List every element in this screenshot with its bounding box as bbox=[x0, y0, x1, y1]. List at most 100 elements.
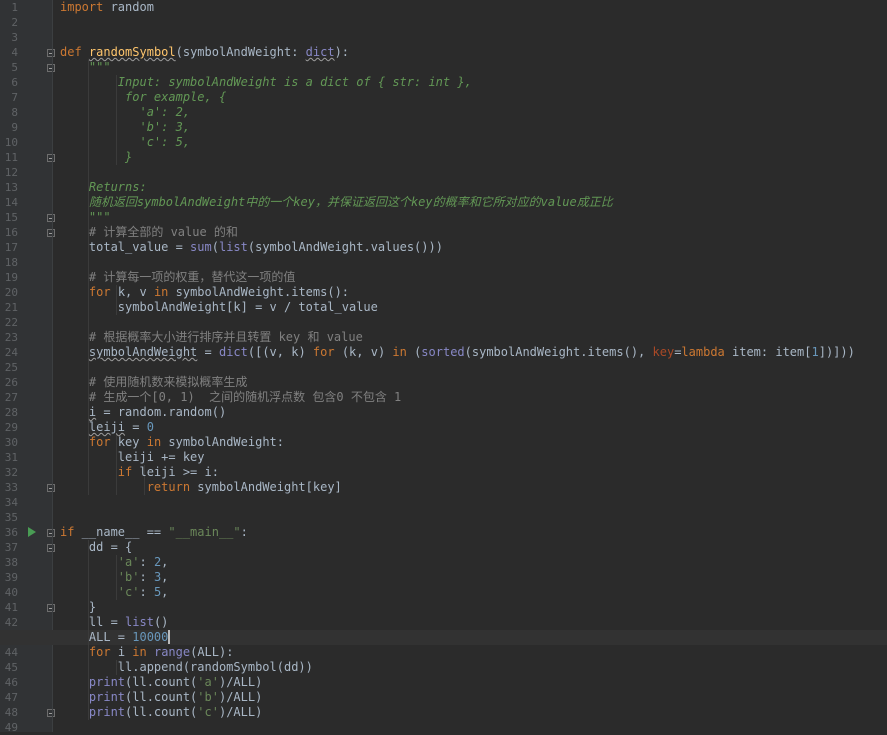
code-line[interactable]: print(ll.count('c')/ALL) bbox=[60, 705, 262, 720]
line-number[interactable]: 48 bbox=[0, 705, 18, 720]
line-number[interactable]: 8 bbox=[0, 105, 18, 120]
line-number[interactable]: 29 bbox=[0, 420, 18, 435]
line-number[interactable]: 28 bbox=[0, 405, 18, 420]
code-line[interactable]: for key in symbolAndWeight: bbox=[60, 435, 284, 450]
line-number[interactable]: 24 bbox=[0, 345, 18, 360]
code-line[interactable]: symbolAndWeight[k] = v / total_value bbox=[60, 300, 378, 315]
line-number[interactable]: 3 bbox=[0, 30, 18, 45]
code-line[interactable]: leiji += key bbox=[60, 450, 205, 465]
line-number[interactable]: 37 bbox=[0, 540, 18, 555]
code-line[interactable]: 'c': 5, bbox=[60, 135, 190, 150]
fold-toggle-icon[interactable] bbox=[47, 64, 55, 72]
line-number[interactable]: 44 bbox=[0, 645, 18, 660]
line-number[interactable]: 11 bbox=[0, 150, 18, 165]
fold-toggle-icon[interactable] bbox=[47, 214, 55, 222]
line-number[interactable]: 21 bbox=[0, 300, 18, 315]
fold-toggle-icon[interactable] bbox=[47, 49, 55, 57]
code-line[interactable]: Returns: bbox=[60, 180, 147, 195]
line-number[interactable]: 16 bbox=[0, 225, 18, 240]
line-number[interactable]: 14 bbox=[0, 195, 18, 210]
line-number[interactable]: 36 bbox=[0, 525, 18, 540]
line-number[interactable]: 10 bbox=[0, 135, 18, 150]
code-line[interactable]: 'c': 5, bbox=[60, 585, 169, 600]
line-number[interactable]: 30 bbox=[0, 435, 18, 450]
code-line[interactable]: print(ll.count('b')/ALL) bbox=[60, 690, 262, 705]
code-line[interactable]: """ bbox=[60, 210, 111, 225]
line-number-gutter[interactable]: 1 2 3 4 5 6 7 8 9 10 11 12 13 14 15 16 17 18 19 20 21 22 23 24 2… bbox=[0, 0, 55, 735]
code-line[interactable]: Input: symbolAndWeight is a dict of { st… bbox=[60, 75, 472, 90]
code-line[interactable]: } bbox=[60, 150, 132, 165]
code-line[interactable]: ALL = 10000 bbox=[60, 630, 168, 645]
line-number[interactable]: 32 bbox=[0, 465, 18, 480]
code-line[interactable]: i = random.random() bbox=[60, 405, 226, 420]
line-number[interactable]: 42 bbox=[0, 615, 18, 630]
fold-toggle-icon[interactable] bbox=[47, 604, 55, 612]
fold-toggle-icon[interactable] bbox=[47, 484, 55, 492]
code-line[interactable]: # 根据概率大小进行排序并且转置 key 和 value bbox=[60, 330, 363, 345]
code-line[interactable]: 随机返回symbolAndWeight中的一个key，并保证返回这个key的概率… bbox=[60, 195, 613, 210]
line-number[interactable]: 6 bbox=[0, 75, 18, 90]
line-number[interactable]: 46 bbox=[0, 675, 18, 690]
line-number[interactable]: 1 bbox=[0, 0, 18, 15]
code-line[interactable]: # 计算每一项的权重，替代这一项的值 bbox=[60, 270, 295, 285]
code-line[interactable]: for i in range(ALL): bbox=[60, 645, 234, 660]
line-number[interactable]: 45 bbox=[0, 660, 18, 675]
code-line[interactable]: 'a': 2, bbox=[60, 555, 169, 570]
code-line[interactable]: dd = { bbox=[60, 540, 132, 555]
line-number[interactable]: 15 bbox=[0, 210, 18, 225]
line-number[interactable]: 2 bbox=[0, 15, 18, 30]
line-number[interactable]: 4 bbox=[0, 45, 18, 60]
fold-toggle-icon[interactable] bbox=[47, 229, 55, 237]
line-number[interactable]: 49 bbox=[0, 720, 18, 735]
line-number[interactable]: 18 bbox=[0, 255, 18, 270]
code-line[interactable]: symbolAndWeight = dict([(v, k) for (k, v… bbox=[60, 345, 855, 360]
code-line[interactable]: # 使用随机数来模拟概率生成 bbox=[60, 375, 247, 390]
line-number[interactable]: 19 bbox=[0, 270, 18, 285]
line-number[interactable]: 23 bbox=[0, 330, 18, 345]
line-number[interactable]: 17 bbox=[0, 240, 18, 255]
line-number[interactable]: 39 bbox=[0, 570, 18, 585]
code-line[interactable]: for k, v in symbolAndWeight.items(): bbox=[60, 285, 349, 300]
line-number[interactable]: 13 bbox=[0, 180, 18, 195]
line-number[interactable]: 41 bbox=[0, 600, 18, 615]
line-number[interactable]: 25 bbox=[0, 360, 18, 375]
code-line[interactable]: total_value = sum(list(symbolAndWeight.v… bbox=[60, 240, 443, 255]
line-number[interactable]: 40 bbox=[0, 585, 18, 600]
fold-toggle-icon[interactable] bbox=[47, 529, 55, 537]
code-line[interactable]: # 生成一个[0, 1) 之间的随机浮点数 包含0 不包含 1 bbox=[60, 390, 401, 405]
line-number[interactable]: 20 bbox=[0, 285, 18, 300]
line-number[interactable]: 47 bbox=[0, 690, 18, 705]
code-line[interactable]: # 计算全部的 value 的和 bbox=[60, 225, 238, 240]
line-number[interactable]: 7 bbox=[0, 90, 18, 105]
code-editor[interactable]: 1 2 3 4 5 6 7 8 9 10 11 12 13 14 15 16 17 18 19 20 21 22 23 24 2… bbox=[0, 0, 887, 735]
code-line[interactable]: print(ll.count('a')/ALL) bbox=[60, 675, 262, 690]
code-line[interactable]: 'b': 3, bbox=[60, 570, 169, 585]
line-number[interactable]: 22 bbox=[0, 315, 18, 330]
code-line[interactable]: 'b': 3, bbox=[60, 120, 190, 135]
line-number[interactable]: 35 bbox=[0, 510, 18, 525]
line-number[interactable]: 31 bbox=[0, 450, 18, 465]
code-line[interactable]: leiji = 0 bbox=[60, 420, 154, 435]
code-line[interactable]: if leiji >= i: bbox=[60, 465, 219, 480]
fold-toggle-icon[interactable] bbox=[47, 154, 55, 162]
line-number[interactable]: 34 bbox=[0, 495, 18, 510]
line-number[interactable]: 38 bbox=[0, 555, 18, 570]
code-line[interactable]: import random bbox=[60, 0, 154, 15]
run-icon[interactable] bbox=[28, 527, 36, 537]
code-line[interactable]: """ bbox=[60, 60, 111, 75]
code-line[interactable]: 'a': 2, bbox=[60, 105, 190, 120]
code-line[interactable]: if __name__ == "__main__": bbox=[60, 525, 248, 540]
code-line[interactable]: def randomSymbol(symbolAndWeight: dict): bbox=[60, 45, 349, 60]
code-line[interactable]: return symbolAndWeight[key] bbox=[60, 480, 342, 495]
fold-toggle-icon[interactable] bbox=[47, 709, 55, 717]
line-number[interactable]: 12 bbox=[0, 165, 18, 180]
code-line[interactable]: ll = list() bbox=[60, 615, 169, 630]
line-number[interactable]: 33 bbox=[0, 480, 18, 495]
line-number[interactable]: 5 bbox=[0, 60, 18, 75]
fold-toggle-icon[interactable] bbox=[47, 544, 55, 552]
code-line[interactable]: for example, { bbox=[60, 90, 226, 105]
code-line[interactable]: } bbox=[60, 600, 96, 615]
line-number[interactable]: 9 bbox=[0, 120, 18, 135]
line-number[interactable]: 26 bbox=[0, 375, 18, 390]
code-line[interactable]: ll.append(randomSymbol(dd)) bbox=[60, 660, 313, 675]
